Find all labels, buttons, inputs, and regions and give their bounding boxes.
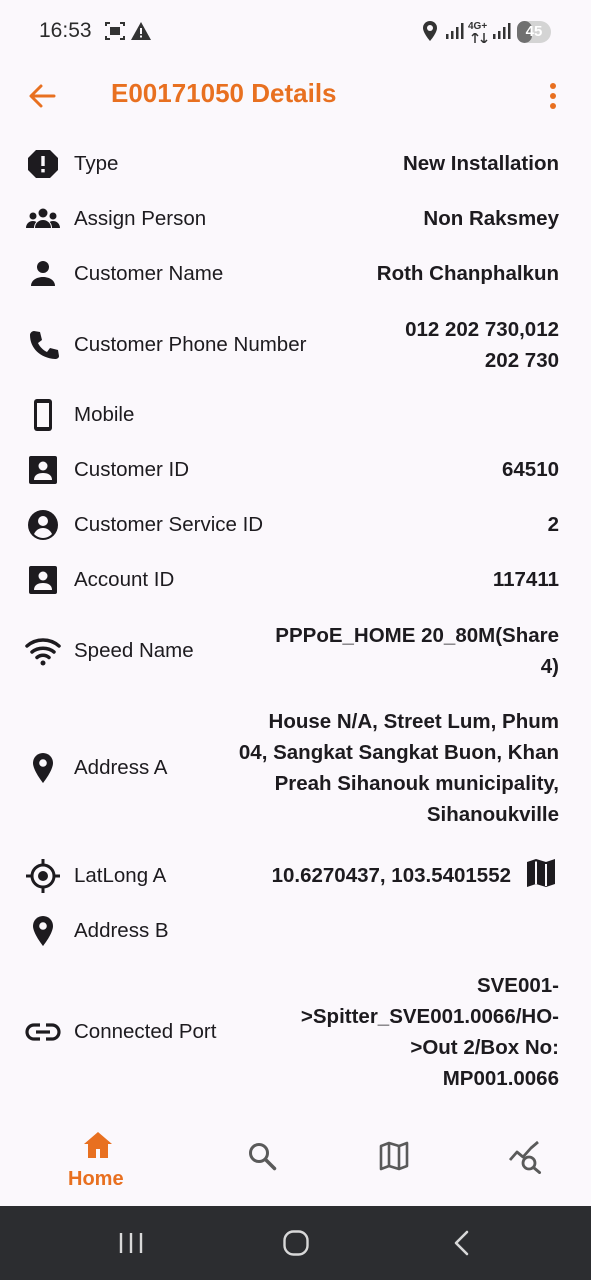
value-line: Preah Sihanouk municipality, xyxy=(274,772,559,795)
search-icon xyxy=(249,1143,277,1171)
detail-value: SVE001- >Spitter_SVE001.0066/HO- >Out 2/… xyxy=(301,970,559,1094)
detail-row-latlong-a: LatLong A 10.6270437, 103.5401552 xyxy=(0,852,591,900)
more-vert-icon[interactable] xyxy=(540,80,566,112)
app-bar: E00171050 Details xyxy=(0,62,591,128)
smartphone-icon xyxy=(34,399,52,431)
page-title: E00171050 Details xyxy=(111,78,337,108)
value-line: House N/A, Street Lum, Phum xyxy=(268,710,559,733)
warning-icon xyxy=(131,22,151,40)
detail-row-type: Type New Installation xyxy=(0,140,591,188)
signal-icon xyxy=(493,23,511,39)
back-arrow-icon[interactable] xyxy=(26,80,58,112)
detail-label: Mobile xyxy=(74,403,135,426)
map-icon[interactable] xyxy=(524,856,558,890)
value-line: PPPoE_HOME 20_80M(Share xyxy=(275,624,559,647)
value-line: MP001.0066 xyxy=(442,1067,559,1090)
detail-label: Connected Port xyxy=(74,1020,217,1043)
detail-row-address-b: Address B xyxy=(0,907,591,955)
detail-row-address-a: Address A House N/A, Street Lum, Phum 04… xyxy=(0,704,591,832)
people-icon xyxy=(26,208,60,228)
detail-value: House N/A, Street Lum, Phum 04, Sangkat … xyxy=(239,706,559,830)
detail-row-customer-id: Customer ID 64510 xyxy=(0,446,591,494)
detail-row-account-id: Account ID 117411 xyxy=(0,556,591,604)
location-icon xyxy=(423,21,437,41)
location-pin-icon xyxy=(33,753,53,783)
system-navigation-bar xyxy=(0,1206,591,1280)
account-circle-icon xyxy=(28,510,58,540)
location-pin-icon xyxy=(33,916,53,946)
detail-row-assign-person: Assign Person Non Raksmey xyxy=(0,195,591,243)
recent-apps-icon[interactable] xyxy=(118,1231,144,1255)
nav-home-label: Home xyxy=(68,1168,124,1190)
nav-home[interactable]: Home xyxy=(55,1112,141,1206)
network-type-label: 4G+ xyxy=(468,21,488,32)
nav-map[interactable] xyxy=(362,1112,426,1206)
status-time: 16:53 xyxy=(39,19,92,42)
detail-value: 2 xyxy=(547,513,559,536)
detail-value: 64510 xyxy=(501,458,559,481)
bottom-navigation: Home xyxy=(0,1112,591,1206)
detail-label: Type xyxy=(74,152,119,175)
battery-level: 45 xyxy=(525,23,543,40)
detail-label: Speed Name xyxy=(74,639,194,662)
value-line: >Out 2/Box No: xyxy=(410,1036,559,1059)
detail-label: Address B xyxy=(74,919,169,942)
signal-icon xyxy=(446,23,464,39)
detail-label: Customer ID xyxy=(74,458,190,481)
detail-label: LatLong A xyxy=(74,864,167,887)
account-box-icon xyxy=(29,566,57,594)
detail-value: 117411 xyxy=(492,568,559,591)
detail-value: PPPoE_HOME 20_80M(Share 4) xyxy=(275,620,559,682)
detail-label: Customer Service ID xyxy=(74,513,264,536)
detail-label: Customer Name xyxy=(74,262,224,285)
analytics-search-icon xyxy=(508,1140,541,1174)
detail-label: Address A xyxy=(74,756,168,779)
link-icon xyxy=(25,1023,61,1041)
system-back-icon[interactable] xyxy=(450,1229,474,1257)
value-line: 012 202 730,012 xyxy=(405,318,559,341)
account-box-icon xyxy=(29,456,57,484)
value-line: Sihanoukville xyxy=(426,803,559,826)
detail-row-mobile: Mobile xyxy=(0,391,591,439)
detail-label: Account ID xyxy=(74,568,175,591)
detail-value: 012 202 730,012 202 730 xyxy=(405,314,559,376)
detail-value: 10.6270437, 103.5401552 xyxy=(271,864,511,887)
value-line: SVE001- xyxy=(476,974,559,997)
detail-row-customer-phone: Customer Phone Number 012 202 730,012 20… xyxy=(0,312,591,378)
detail-value: New Installation xyxy=(402,152,559,175)
network-arrows-icon xyxy=(471,33,488,43)
gps-target-icon xyxy=(26,859,60,893)
battery-indicator: 45 xyxy=(517,21,551,43)
phone-icon xyxy=(30,331,59,359)
alert-octagon-icon xyxy=(28,150,58,178)
home-circle-icon[interactable] xyxy=(282,1229,310,1257)
detail-row-customer-name: Customer Name Roth Chanphalkun xyxy=(0,250,591,298)
detail-label: Customer Phone Number xyxy=(74,333,307,356)
nav-analytics[interactable] xyxy=(494,1112,558,1206)
detail-value: Non Raksmey xyxy=(423,207,559,230)
detail-row-speed-name: Speed Name PPPoE_HOME 20_80M(Share 4) xyxy=(0,618,591,684)
detail-row-connected-port: Connected Port SVE001- >Spitter_SVE001.0… xyxy=(0,968,591,1096)
home-icon xyxy=(84,1132,112,1158)
value-line: 4) xyxy=(540,655,559,678)
wifi-icon xyxy=(25,638,61,666)
value-line: 04, Sangkat Sangkat Buon, Khan xyxy=(238,741,559,764)
detail-label: Assign Person xyxy=(74,207,207,230)
map-icon xyxy=(379,1141,409,1171)
status-bar: 16:53 4G+ 45 xyxy=(0,0,591,62)
detail-value: Roth Chanphalkun xyxy=(376,262,559,285)
value-line: >Spitter_SVE001.0066/HO- xyxy=(300,1005,559,1028)
person-icon xyxy=(31,261,55,286)
screenshot-icon xyxy=(105,22,125,40)
value-line: 202 730 xyxy=(484,349,559,372)
detail-row-customer-service-id: Customer Service ID 2 xyxy=(0,501,591,549)
nav-search[interactable] xyxy=(230,1112,294,1206)
